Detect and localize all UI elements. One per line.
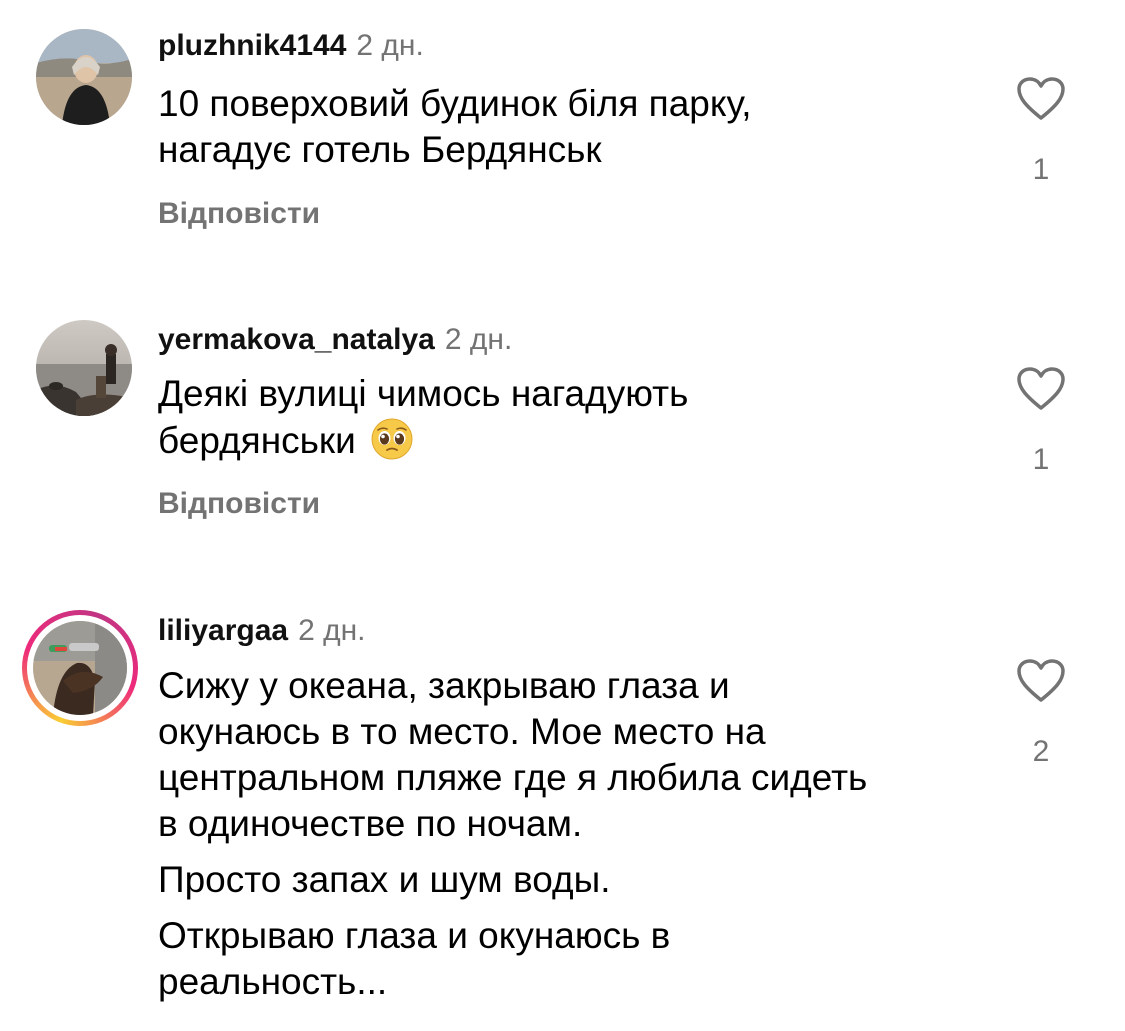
avatar-photo [33, 621, 127, 715]
like-button[interactable] [1016, 76, 1066, 122]
comment-text-line: в одиночестве по ночам. [158, 803, 583, 844]
comment-text: Деякі вулиці чимось нагадують бердянськи [158, 371, 978, 464]
avatar[interactable] [36, 29, 132, 125]
comment-text-line: нагадує готель Бердянськ [158, 129, 602, 170]
comment-paragraph: Просто запах и шум воды. [158, 857, 978, 903]
heart-outline-icon [1017, 367, 1065, 410]
like-button[interactable] [1016, 658, 1066, 704]
reply-button[interactable]: Відповісти [158, 486, 320, 522]
avatar-photo [36, 29, 132, 125]
comment-paragraph: Сижу у океана, закрываю глаза и окунаюсь… [158, 663, 978, 847]
username[interactable]: liliyargaa [158, 614, 288, 647]
comment-text-line: Открываю глаза и окунаюсь в [158, 915, 671, 956]
timestamp: 2 дн. [444, 323, 513, 356]
like-count: 1 [1032, 153, 1050, 186]
comment-text-line: окунаюсь в то место. Мое место на [158, 711, 766, 752]
comment-text-line: Сижу у океана, закрываю глаза и [158, 665, 730, 706]
comment-text-line: бердянськи [158, 420, 356, 461]
comment-text-line: реальность... [158, 961, 388, 1002]
comment-paragraph: Открываю глаза и окунаюсь в реальность..… [158, 913, 978, 1005]
reply-button[interactable]: Відповісти [158, 196, 320, 232]
username[interactable]: yermakova_natalya [158, 323, 435, 356]
avatar[interactable] [36, 320, 132, 416]
avatar [27, 615, 133, 721]
comment-text-line: Просто запах и шум воды. [158, 859, 611, 900]
comment-text-line: центральном пляже где я любила сидеть [158, 757, 868, 798]
avatar-story-ring[interactable] [22, 610, 138, 726]
comment-header: liliyargaa 2 дн. [158, 613, 366, 649]
like-count: 1 [1032, 443, 1050, 476]
comment-header: pluzhnik4144 2 дн. [158, 28, 424, 64]
pleading-face-emoji [371, 418, 413, 460]
comment-text-line: Деякі вулиці чимось нагадують [158, 373, 689, 414]
heart-outline-icon [1017, 659, 1065, 702]
like-button[interactable] [1016, 366, 1066, 412]
timestamp: 2 дн. [298, 614, 366, 647]
avatar-photo [36, 320, 132, 416]
comment-text: 10 поверховий будинок біля парку, нагаду… [158, 81, 978, 173]
comment-header: yermakova_natalya 2 дн. [158, 322, 512, 358]
comment-text-line: 10 поверховий будинок біля парку, [158, 83, 752, 124]
username[interactable]: pluzhnik4144 [158, 29, 346, 62]
like-count: 2 [1032, 735, 1050, 768]
comment-text: Сижу у океана, закрываю глаза и окунаюсь… [158, 663, 978, 1005]
heart-outline-icon [1017, 77, 1065, 120]
timestamp: 2 дн. [356, 29, 424, 62]
